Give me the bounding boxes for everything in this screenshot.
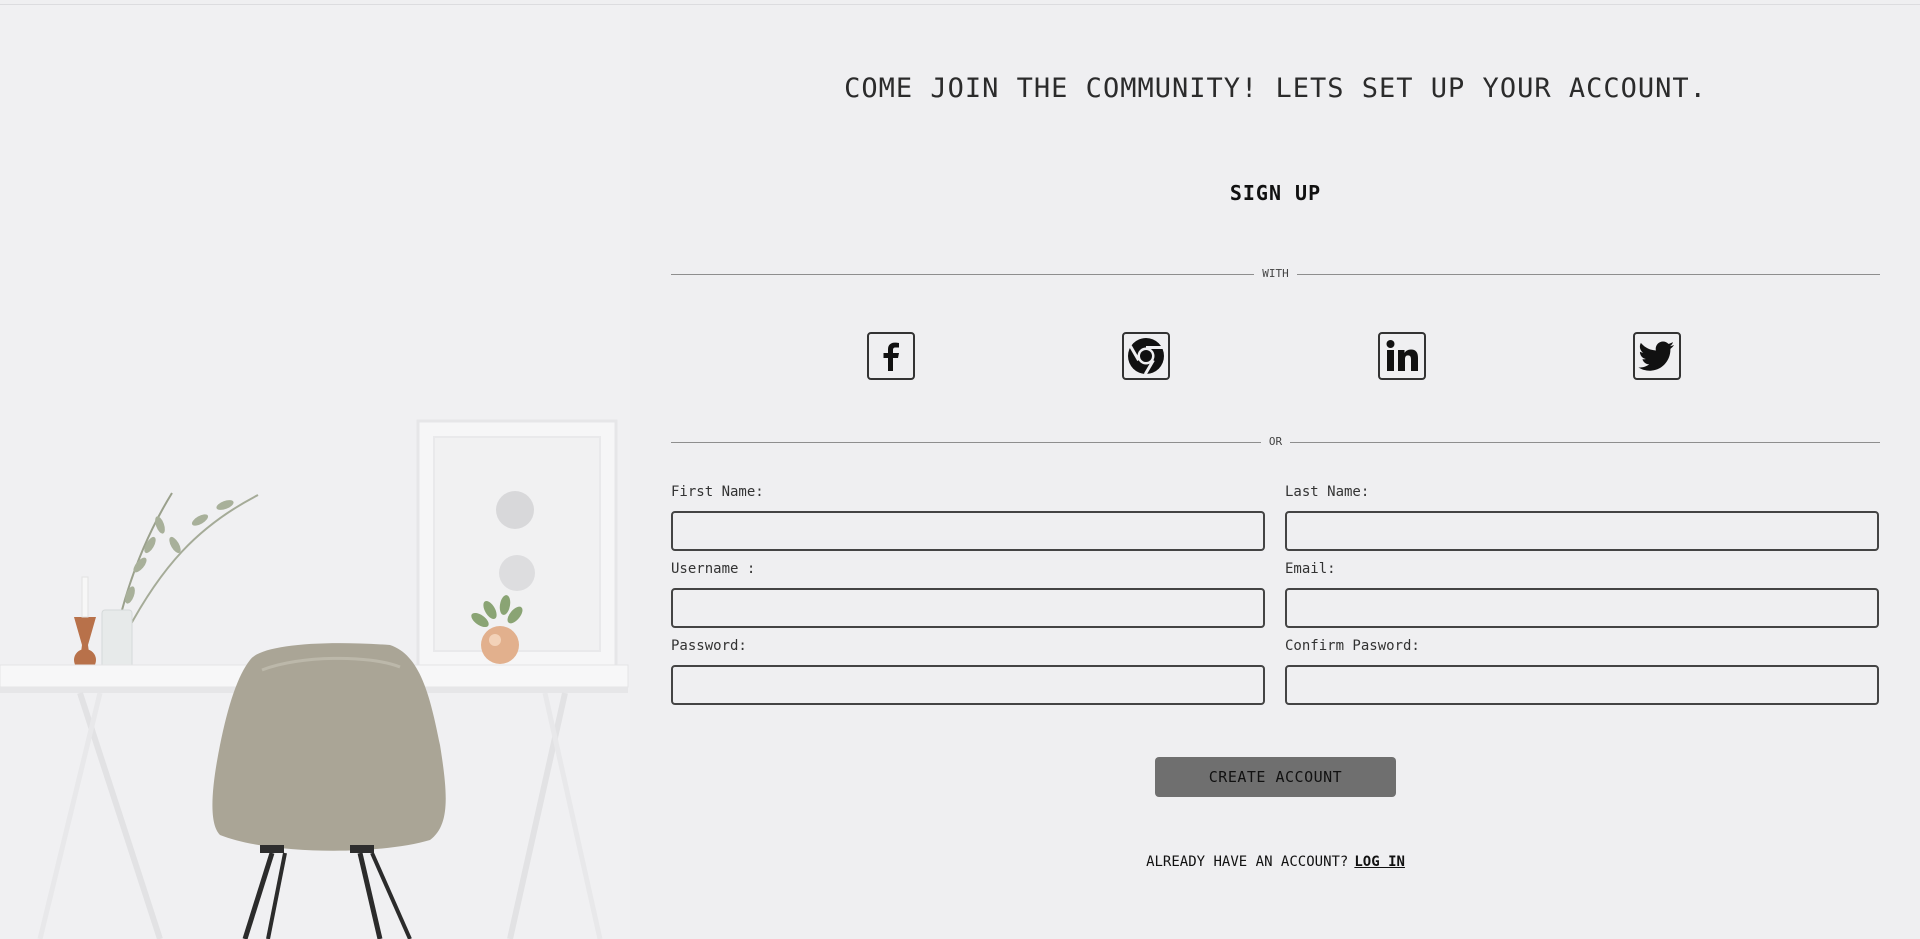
username-field[interactable]: [671, 588, 1265, 628]
hero-image: [0, 5, 630, 939]
login-link[interactable]: LOG IN: [1354, 854, 1405, 870]
google-button[interactable]: [1122, 332, 1170, 380]
email-label: Email:: [1285, 561, 1336, 577]
divider-with: WITH: [671, 267, 1880, 281]
username-label: Username :: [671, 561, 756, 577]
create-account-button[interactable]: CREATE ACCOUNT: [1155, 757, 1396, 797]
first-name-label: First Name:: [671, 484, 764, 500]
chrome-icon: [1128, 338, 1164, 376]
social-buttons: [867, 332, 1687, 382]
divider-or: OR: [671, 435, 1880, 449]
email-field[interactable]: [1285, 588, 1879, 628]
tagline: COME JOIN THE COMMUNITY! LETS SET UP YOU…: [844, 73, 1707, 104]
desk-scene-illustration: [0, 5, 630, 939]
linkedin-button[interactable]: [1378, 332, 1426, 380]
page-title: SIGN UP: [1229, 181, 1322, 205]
divider-or-label: OR: [1260, 435, 1291, 448]
facebook-icon: [883, 342, 899, 371]
confirm-password-label: Confirm Pasword:: [1285, 638, 1420, 654]
password-label: Password:: [671, 638, 747, 654]
linkedin-icon: [1386, 340, 1418, 371]
first-name-field[interactable]: [671, 511, 1265, 551]
facebook-button[interactable]: [867, 332, 915, 380]
twitter-icon: [1638, 341, 1674, 371]
last-name-label: Last Name:: [1285, 484, 1370, 500]
login-prompt-text: ALREADY HAVE AN ACCOUNT?: [1146, 854, 1349, 870]
login-prompt: ALREADY HAVE AN ACCOUNT? LOG IN: [671, 854, 1880, 870]
divider-with-label: WITH: [1254, 267, 1297, 280]
last-name-field[interactable]: [1285, 511, 1879, 551]
twitter-button[interactable]: [1633, 332, 1681, 380]
signup-panel: COME JOIN THE COMMUNITY! LETS SET UP YOU…: [671, 5, 1880, 939]
password-field[interactable]: [671, 665, 1265, 705]
signup-page: COME JOIN THE COMMUNITY! LETS SET UP YOU…: [0, 5, 1920, 939]
confirm-password-field[interactable]: [1285, 665, 1879, 705]
